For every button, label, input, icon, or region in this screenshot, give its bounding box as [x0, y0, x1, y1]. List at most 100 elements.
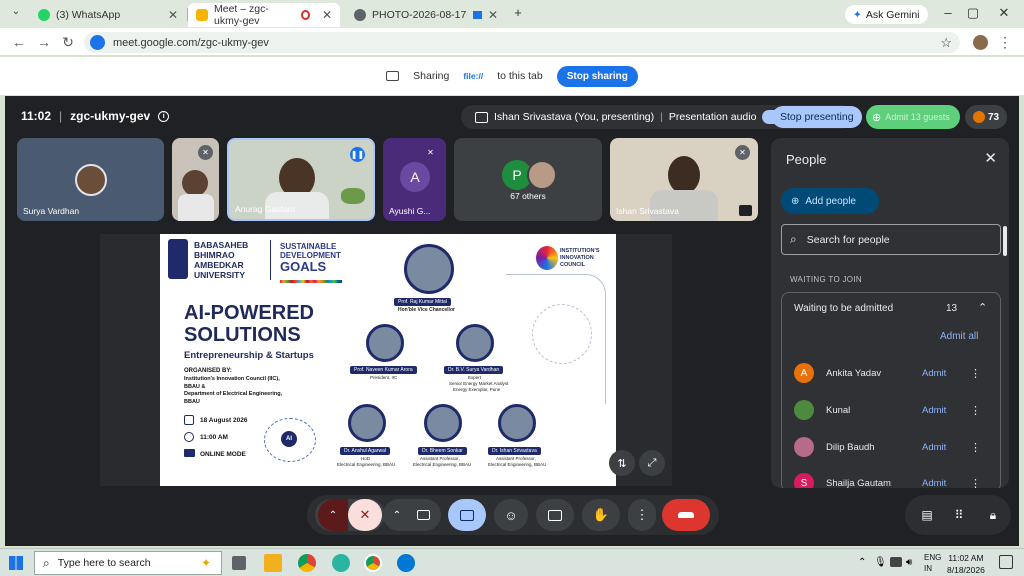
university-name: BABASAHEB BHIMRAO AMBEDKAR UNIVERSITY	[194, 240, 248, 280]
ask-gemini-button[interactable]: ✦ Ask Gemini	[845, 5, 928, 24]
edge-icon[interactable]	[397, 554, 415, 572]
close-tab-icon[interactable]: ✕	[168, 8, 178, 22]
notifications-icon[interactable]	[999, 555, 1013, 569]
more-options-icon[interactable]: ⋮	[970, 441, 981, 454]
sdg-logo: SUSTAINABLE DEVELOPMENT GOALS	[280, 242, 341, 274]
shared-file-label: file://	[463, 71, 484, 81]
iic-name: INSTITUTION'S INNOVATION COUNCIL	[560, 248, 600, 269]
input-language[interactable]: ENG IN	[924, 552, 941, 574]
admit-guest-button[interactable]: Admit	[922, 478, 962, 489]
close-tab-icon[interactable]: ✕	[488, 8, 498, 22]
speaker-role: Electrical Engineering, BBAU	[337, 462, 396, 467]
camera-button[interactable]	[408, 499, 438, 531]
speaker-role: Electrical Engineering, BBAU	[413, 462, 472, 467]
tab-meet[interactable]: Meet – zgc-ukmy-gev ✕	[188, 3, 340, 27]
waiting-list: Waiting to be admitted 13 ⌃ Admit all A …	[781, 292, 1001, 488]
add-person-icon: ⊕	[791, 195, 800, 207]
tab-photo[interactable]: PHOTO-2026-08-17-12-43- ✕	[346, 3, 506, 27]
participant-tile-speaking[interactable]: ❚❚ Anurag Gautam	[227, 138, 375, 221]
taskbar-search-box[interactable]: ⌕ Type here to search ✦	[34, 551, 222, 575]
windows-start-icon[interactable]	[9, 556, 23, 570]
camera-options-chevron-icon[interactable]: ⌃	[386, 510, 408, 521]
new-tab-icon[interactable]: +	[508, 5, 528, 20]
guest-avatar: A	[794, 363, 814, 383]
admit-guest-button[interactable]: Admit	[922, 368, 962, 379]
captions-button[interactable]	[536, 499, 574, 531]
swap-layout-icon[interactable]: ⇅	[609, 450, 635, 476]
leave-call-button[interactable]	[662, 499, 710, 531]
others-tile[interactable]: P 67 others	[454, 138, 602, 221]
close-window-icon[interactable]: ✕	[994, 5, 1014, 21]
more-options-icon[interactable]: ⋮	[970, 477, 981, 489]
activities-grid-icon[interactable]: ⠿	[945, 499, 973, 531]
info-icon[interactable]: i	[158, 110, 170, 122]
mic-options-chevron-icon[interactable]: ⌃	[318, 499, 348, 531]
scrollbar-thumb[interactable]	[1003, 226, 1007, 256]
network-icon[interactable]	[890, 557, 902, 567]
participant-tile[interactable]: Surya Vardhan	[17, 138, 164, 221]
more-options-icon[interactable]: ⋮	[970, 404, 981, 417]
waiting-guest-row: Kunal Admit ⋮	[794, 400, 994, 420]
circuit-decoration	[532, 304, 592, 364]
organiser-line: Institution's Innovation Council (IIC),	[184, 376, 280, 382]
admit-guest-button[interactable]: Admit	[922, 442, 962, 453]
participant-tile[interactable]: A ✕ Ayushi G...	[383, 138, 446, 221]
cast-icon	[473, 11, 482, 19]
maximize-icon[interactable]: ▢	[963, 5, 983, 21]
participant-tile[interactable]: ✕	[172, 138, 219, 221]
speaker-photo	[498, 404, 536, 442]
reactions-button[interactable]: ☺	[494, 499, 528, 531]
participants-button[interactable]: 73	[965, 105, 1007, 129]
recording-icon	[301, 10, 310, 20]
stop-presenting-button[interactable]: Stop presenting	[772, 106, 862, 128]
self-tile[interactable]: ✕ Ishan Srivastava	[610, 138, 758, 221]
task-view-icon[interactable]	[232, 556, 246, 570]
app-icon[interactable]	[332, 554, 350, 572]
tab-label: PHOTO-2026-08-17-12-43-	[372, 9, 468, 21]
stop-sharing-button[interactable]: Stop sharing	[556, 65, 638, 87]
chat-icon[interactable]: ▤	[913, 499, 941, 531]
volume-icon[interactable]: 🔊︎	[906, 557, 912, 568]
host-controls-lock-icon[interactable]: 🔒︎	[979, 499, 1007, 531]
minimize-icon[interactable]: –	[938, 5, 958, 20]
chrome-active-icon[interactable]	[364, 554, 382, 572]
event-mode: ONLINE MODE	[200, 451, 246, 458]
search-people-input[interactable]: ⌕ Search for people	[781, 224, 1001, 255]
chrome-icon[interactable]	[298, 554, 316, 572]
tray-mic-icon[interactable]: 🎙︎	[874, 557, 887, 568]
tab-whatsapp[interactable]: (3) WhatsApp ✕	[30, 3, 186, 27]
tray-chevron-icon[interactable]: ⌃	[858, 557, 866, 568]
system-clock[interactable]: 11:02 AM 8/18/2026	[947, 552, 985, 576]
reload-icon[interactable]: ↻	[59, 34, 77, 51]
pip-icon[interactable]	[739, 205, 752, 216]
url-bar[interactable]: meet.google.com/zgc-ukmy-gev ☆	[84, 32, 960, 53]
forward-icon[interactable]: →	[35, 34, 53, 50]
add-people-button[interactable]: ⊕ Add people	[781, 188, 879, 214]
profile-avatar[interactable]	[973, 35, 988, 50]
close-tab-icon[interactable]: ✕	[322, 8, 332, 22]
waiting-header[interactable]: Waiting to be admitted	[794, 303, 893, 314]
admit-all-button[interactable]: Admit all	[940, 331, 978, 342]
fullscreen-icon[interactable]: ⤢	[639, 450, 665, 476]
sdg-line: GOALS	[280, 259, 327, 274]
chevron-up-icon[interactable]: ⌃	[978, 301, 987, 314]
back-icon[interactable]: ←	[10, 34, 28, 50]
address-bar-row: ← → ↻ meet.google.com/zgc-ukmy-gev ☆ ⋮	[0, 28, 1024, 56]
more-options-icon[interactable]: ⋮	[970, 367, 981, 380]
site-info-icon[interactable]	[90, 35, 105, 50]
close-panel-icon[interactable]: ✕	[984, 149, 997, 167]
calendar-icon	[184, 415, 194, 425]
file-explorer-icon[interactable]	[264, 554, 282, 572]
present-now-button[interactable]	[448, 499, 486, 531]
waiting-guest-row: Dilip Baudh Admit ⋮	[794, 437, 994, 457]
raise-hand-button[interactable]: ✋	[582, 499, 620, 531]
admit-guest-button[interactable]: Admit	[922, 405, 962, 416]
menu-kebab-icon[interactable]: ⋮	[996, 34, 1014, 51]
mic-off-button[interactable]: ✕	[348, 499, 382, 531]
bookmark-star-icon[interactable]: ☆	[940, 35, 952, 51]
taskbar-search-placeholder: Type here to search	[57, 557, 151, 569]
admit-guests-button[interactable]: ⊕ Admit 13 guests	[866, 105, 960, 129]
tab-search-chevron-icon[interactable]: ⌄	[6, 6, 26, 17]
more-options-button[interactable]: ⋮	[628, 499, 656, 531]
plant-shape	[341, 188, 365, 204]
